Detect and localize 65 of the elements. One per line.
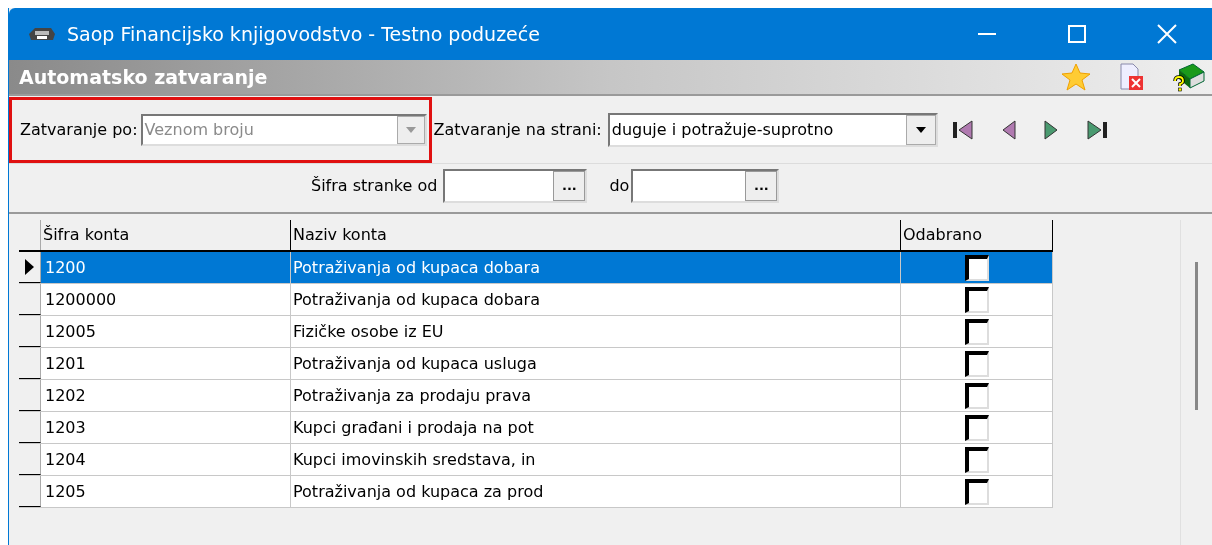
table-cell: 12005 [41, 316, 291, 347]
form-title: Automatsko zatvaranje [19, 64, 268, 90]
triangle-right-icon [1043, 119, 1058, 140]
printer-icon [27, 26, 57, 42]
document-delete-icon [1119, 63, 1145, 91]
dropdown-arrow-icon [405, 126, 416, 133]
table-cell: Potraživanja od kupaca dobara [291, 252, 901, 283]
triangle-left-icon [1001, 119, 1016, 140]
checkbox[interactable] [964, 414, 989, 441]
column-header[interactable]: Naziv konta [291, 220, 901, 250]
row-indicator[interactable] [19, 412, 41, 443]
row-indicator[interactable] [19, 380, 41, 411]
lookup-button[interactable]: ... [553, 171, 586, 201]
table-cell: 1205 [41, 476, 291, 507]
row-indicator[interactable] [19, 476, 41, 507]
table-cell: 1204 [41, 444, 291, 475]
dropdown-arrow-icon [915, 126, 926, 133]
row-indicator[interactable] [19, 444, 41, 475]
checkbox[interactable] [964, 286, 989, 313]
close-icon [1157, 24, 1177, 44]
first-record-button[interactable] [951, 119, 974, 140]
book-question-icon [1173, 62, 1205, 92]
table-cell: Kupci imovinskih sredstava, in [291, 444, 901, 475]
star-icon [1061, 63, 1091, 91]
table-cell: Potraživanja od kupaca usluga [291, 348, 901, 379]
row-indicator[interactable] [19, 316, 41, 347]
scrollbar-thumb[interactable] [1195, 262, 1198, 410]
field-label: Zatvaranje na strani: [433, 118, 602, 141]
partner-to-field[interactable]: ... [631, 169, 780, 203]
checkbox[interactable] [964, 478, 989, 505]
table-cell: Kupci građani i prodaja na pot [291, 412, 901, 443]
lookup-button[interactable]: ... [745, 171, 778, 201]
row-indicator[interactable] [19, 348, 41, 379]
previous-record-button[interactable] [1001, 119, 1016, 140]
checkbox[interactable] [964, 254, 989, 281]
column-header[interactable]: Šifra konta [41, 220, 291, 250]
column-header[interactable]: Odabrano [901, 220, 1053, 250]
partner-from-field[interactable]: ... [443, 169, 588, 203]
table-cell: 1202 [41, 380, 291, 411]
skip-first-icon [951, 119, 974, 140]
window-title: Saop Financijsko knjigovodstvo - Testno poduzeće [67, 21, 540, 47]
field-label: do [609, 175, 630, 197]
field-label: Šifra stranke od [311, 175, 438, 197]
row-pointer-icon [25, 259, 34, 275]
table-cell: 1203 [41, 412, 291, 443]
table-cell: 1200000 [41, 284, 291, 315]
checkbox[interactable] [964, 318, 989, 345]
closing-side-dropdown[interactable]: duguje i potražuje-suprotno [607, 112, 938, 147]
table-cell: Potraživanja od kupaca za prod [291, 476, 901, 507]
table-cell: Potraživanja za prodaju prava [291, 380, 901, 411]
row-indicator[interactable] [19, 284, 41, 315]
field-label: Zatvaranje po: [20, 118, 138, 141]
table-cell: Potraživanja od kupaca dobara [291, 284, 901, 315]
checkbox[interactable] [964, 382, 989, 409]
maximize-icon [1068, 25, 1086, 43]
row-indicator[interactable] [19, 252, 41, 283]
next-record-button[interactable] [1043, 119, 1058, 140]
checkbox[interactable] [964, 446, 989, 473]
table-cell: 1201 [41, 348, 291, 379]
last-record-button[interactable] [1085, 119, 1108, 140]
minimize-icon [978, 33, 996, 35]
table-cell: 1200 [41, 252, 291, 283]
checkbox[interactable] [964, 350, 989, 377]
table-cell: Fizičke osobe iz EU [291, 316, 901, 347]
skip-last-icon [1085, 119, 1108, 140]
